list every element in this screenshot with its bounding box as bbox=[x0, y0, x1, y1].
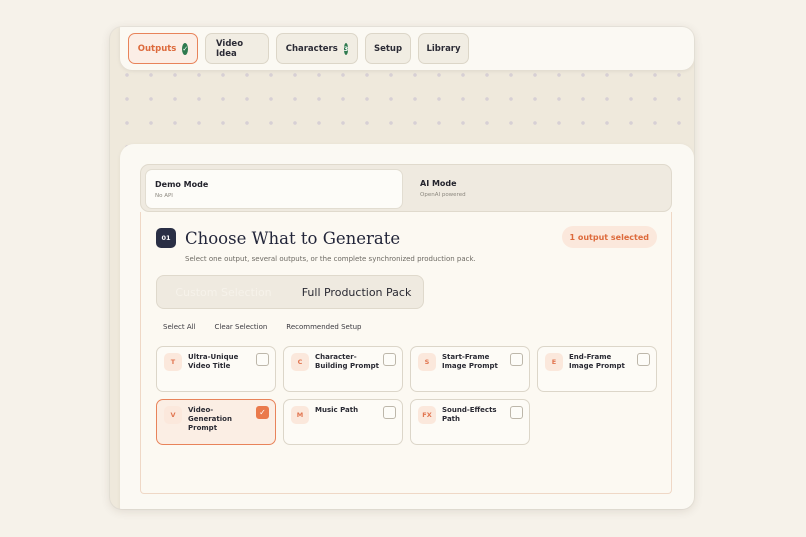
output-label: Sound-Effects Path bbox=[442, 406, 497, 423]
choose-section: 01 Choose What to Generate Select one ou… bbox=[140, 212, 672, 494]
section-title: Choose What to Generate bbox=[185, 229, 401, 248]
clear-selection-button[interactable]: Clear Selection bbox=[215, 323, 268, 331]
mode-title: AI Mode bbox=[420, 179, 457, 188]
section-subtitle: Select one output, several outputs, or t… bbox=[185, 255, 476, 263]
tab-label: Characters bbox=[285, 43, 338, 54]
letter-v-icon: V bbox=[164, 406, 182, 424]
letter-s-icon: S bbox=[418, 353, 436, 371]
output-card-sound-effects[interactable]: FX Sound-Effects Path bbox=[410, 399, 530, 445]
output-label: Character-Building Prompt bbox=[315, 353, 380, 370]
step-number: 01 bbox=[156, 228, 176, 248]
output-card-end-frame[interactable]: E End-Frame Image Prompt bbox=[537, 346, 657, 392]
output-checkbox[interactable] bbox=[510, 353, 523, 366]
output-checkbox-checked[interactable]: ✓ bbox=[256, 406, 269, 419]
letter-c-icon: C bbox=[291, 353, 309, 371]
recommended-setup-button[interactable]: Recommended Setup bbox=[286, 323, 361, 331]
letter-m-icon: M bbox=[291, 406, 309, 424]
mode-switch: Demo Mode No API AI Mode OpenAI powered bbox=[140, 164, 672, 212]
characters-count-badge: 3 bbox=[343, 42, 349, 55]
output-checkbox[interactable] bbox=[256, 353, 269, 366]
tab-label: Library bbox=[426, 43, 461, 54]
output-checkbox[interactable] bbox=[510, 406, 523, 419]
output-checkbox[interactable] bbox=[383, 353, 396, 366]
mode-subtitle: No API bbox=[155, 193, 173, 199]
selection-actions: Select All Clear Selection Recommended S… bbox=[163, 323, 361, 331]
selected-count-badge: 1 output selected bbox=[561, 226, 657, 248]
tab-characters[interactable]: Characters 3 bbox=[276, 33, 358, 64]
output-label: Video-Generation Prompt bbox=[188, 406, 232, 432]
ai-mode-option[interactable]: AI Mode OpenAI powered bbox=[411, 169, 669, 209]
output-label: Start-Frame Image Prompt bbox=[442, 353, 498, 370]
mode-subtitle: OpenAI powered bbox=[420, 192, 466, 198]
output-checkbox[interactable] bbox=[383, 406, 396, 419]
output-label: Ultra-Unique Video Title bbox=[188, 353, 239, 370]
select-all-button[interactable]: Select All bbox=[163, 323, 196, 331]
letter-t-icon: T bbox=[164, 353, 182, 371]
check-icon: ✓ bbox=[182, 42, 189, 55]
custom-selection-option[interactable]: Custom Selection bbox=[157, 286, 290, 299]
tab-label: Setup bbox=[373, 43, 403, 54]
output-card-video-title[interactable]: T Ultra-Unique Video Title bbox=[156, 346, 276, 392]
letter-e-icon: E bbox=[545, 353, 563, 371]
output-card-music-path[interactable]: M Music Path bbox=[283, 399, 403, 445]
tab-library[interactable]: Library bbox=[418, 33, 469, 64]
tab-outputs[interactable]: Outputs ✓ bbox=[128, 33, 198, 64]
top-tab-bar: Outputs ✓ Video Idea Characters 3 Setup … bbox=[120, 27, 694, 70]
selection-mode-toggle: Custom Selection Full Production Pack bbox=[156, 275, 424, 309]
output-checkbox[interactable] bbox=[637, 353, 650, 366]
output-card-character-prompt[interactable]: C Character-Building Prompt bbox=[283, 346, 403, 392]
tab-setup[interactable]: Setup bbox=[365, 33, 411, 64]
tab-label: Outputs bbox=[137, 43, 177, 54]
letter-fx-icon: FX bbox=[418, 406, 436, 424]
full-production-pack-option[interactable]: Full Production Pack bbox=[290, 286, 423, 299]
demo-mode-option[interactable]: Demo Mode No API bbox=[145, 169, 403, 209]
app-window: Outputs ✓ Video Idea Characters 3 Setup … bbox=[110, 27, 694, 509]
output-label: End-Frame Image Prompt bbox=[569, 353, 625, 370]
tab-video-idea[interactable]: Video Idea bbox=[205, 33, 269, 64]
output-label: Music Path bbox=[315, 406, 359, 414]
main-panel: Demo Mode No API AI Mode OpenAI powered … bbox=[120, 144, 694, 509]
tab-label: Video Idea bbox=[216, 38, 244, 59]
mode-title: Demo Mode bbox=[155, 180, 209, 189]
output-card-start-frame[interactable]: S Start-Frame Image Prompt bbox=[410, 346, 530, 392]
output-card-video-generation[interactable]: V Video-Generation Prompt ✓ bbox=[156, 399, 276, 445]
